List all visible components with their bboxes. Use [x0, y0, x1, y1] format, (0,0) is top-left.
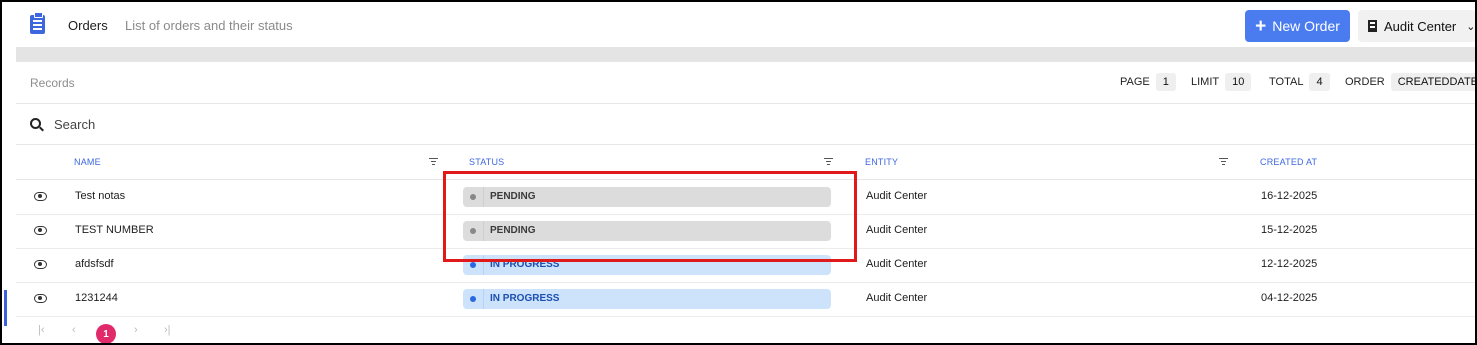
- limit-meta: LIMIT 10: [1191, 72, 1252, 92]
- page-value: 1: [1155, 73, 1176, 91]
- records-label: Records: [30, 76, 75, 90]
- order-created-at: 15-12-2025: [1261, 224, 1318, 236]
- order-entity: Audit Center: [866, 292, 928, 304]
- next-page-button[interactable]: ›: [134, 324, 138, 336]
- status-dot: [470, 296, 476, 302]
- page-number-current[interactable]: 1: [96, 324, 116, 343]
- top-bar: Orders List of orders and their status +…: [16, 2, 1476, 48]
- page-label: PAGE: [1120, 76, 1150, 88]
- order-name: 1231244: [75, 292, 118, 304]
- order-entity: Audit Center: [866, 190, 928, 202]
- status-text: IN PROGRESS: [490, 293, 560, 304]
- page-meta: PAGE 1: [1120, 72, 1176, 92]
- eye-icon[interactable]: [34, 192, 47, 201]
- clipboard-icon: [30, 12, 45, 34]
- table-row[interactable]: 1231244 IN PROGRESS Audit Center 04-12-2…: [16, 282, 1475, 317]
- last-page-button[interactable]: ›|: [164, 324, 171, 336]
- app-window: Orders List of orders and their status +…: [0, 0, 1477, 345]
- header-spacer: [16, 47, 1475, 61]
- column-header-status[interactable]: STATUS: [469, 157, 504, 167]
- plus-icon: +: [1255, 15, 1267, 37]
- column-header-entity[interactable]: ENTITY: [865, 157, 898, 167]
- order-meta: ORDER CREATEDDATE: [1345, 72, 1475, 92]
- new-order-label: New Order: [1272, 18, 1340, 34]
- new-order-button[interactable]: + New Order: [1245, 10, 1350, 42]
- eye-icon[interactable]: [34, 294, 47, 303]
- filter-icon[interactable]: [429, 157, 438, 165]
- highlight-annotation: [443, 171, 857, 262]
- eye-icon[interactable]: [34, 226, 47, 235]
- building-icon: [1368, 20, 1377, 32]
- column-header-created-at[interactable]: CREATED AT: [1260, 157, 1317, 167]
- first-page-button[interactable]: |‹: [38, 324, 45, 336]
- order-name: afdsfsdf: [75, 258, 114, 270]
- column-header-name[interactable]: NAME: [74, 157, 101, 167]
- filter-icon[interactable]: [824, 157, 833, 165]
- entity-selector-value: Audit Center: [1384, 18, 1457, 34]
- order-created-at: 04-12-2025: [1261, 292, 1318, 304]
- search-icon: [30, 118, 41, 129]
- status-dot: [470, 262, 476, 268]
- entity-selector[interactable]: Audit Center ⌄: [1358, 10, 1476, 42]
- eye-icon[interactable]: [34, 260, 47, 269]
- page-title: Orders: [68, 18, 108, 33]
- active-indicator: [4, 290, 7, 326]
- total-value: 4: [1309, 73, 1330, 91]
- order-name: Test notas: [75, 190, 126, 202]
- limit-value: 10: [1225, 73, 1252, 91]
- chevron-down-icon: ⌄: [1466, 20, 1476, 33]
- order-name: TEST NUMBER: [75, 224, 154, 236]
- limit-label: LIMIT: [1191, 76, 1220, 88]
- total-label: TOTAL: [1269, 76, 1304, 88]
- order-value[interactable]: CREATEDDATE: [1390, 73, 1475, 91]
- order-label: ORDER: [1345, 76, 1385, 88]
- search-input[interactable]: [54, 114, 454, 134]
- page-subtitle: List of orders and their status: [125, 18, 293, 33]
- filter-icon[interactable]: [1219, 157, 1228, 165]
- left-nav-strip: [2, 2, 16, 343]
- search-bar: [16, 103, 1475, 145]
- order-created-at: 16-12-2025: [1261, 190, 1318, 202]
- order-created-at: 12-12-2025: [1261, 258, 1318, 270]
- prev-page-button[interactable]: ‹: [72, 324, 76, 336]
- order-entity: Audit Center: [866, 224, 928, 236]
- status-badge: IN PROGRESS: [463, 289, 831, 309]
- total-meta: TOTAL 4: [1269, 72, 1330, 92]
- order-entity: Audit Center: [866, 258, 928, 270]
